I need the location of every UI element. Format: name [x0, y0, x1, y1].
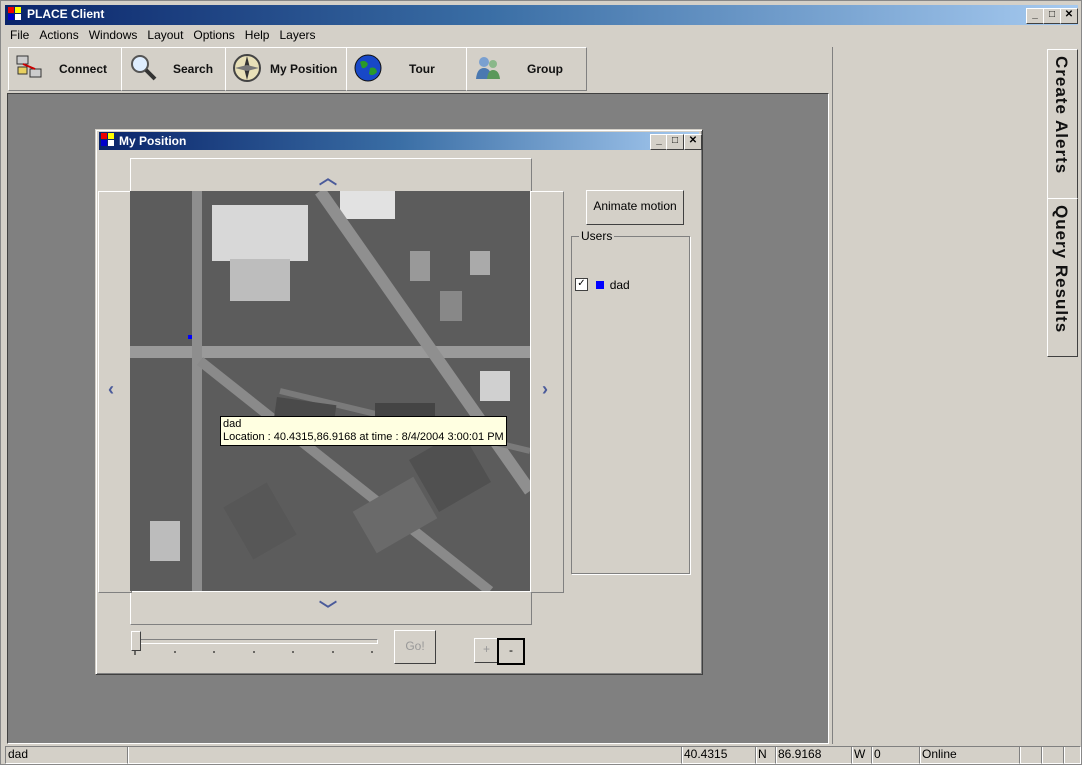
- menu-actions[interactable]: Actions: [34, 26, 83, 42]
- user-row-dad: ✓ dad: [575, 277, 630, 292]
- menu-bar: File Actions Windows Layout Options Help Layer…: [5, 26, 825, 44]
- tab-query-results[interactable]: Query Results: [1047, 198, 1078, 357]
- zoom-in-button[interactable]: +: [474, 638, 499, 663]
- search-label: Search: [173, 62, 214, 76]
- tour-button[interactable]: Tour: [346, 47, 467, 91]
- right-dock-panel: [832, 47, 1046, 744]
- maximize-icon[interactable]: □: [1043, 8, 1061, 24]
- slider-track: [132, 639, 378, 644]
- app-title: PLACE Client: [27, 7, 105, 21]
- status-lon: 86.9168: [775, 746, 853, 764]
- slider-ticks: [134, 651, 373, 655]
- status-user: dad: [5, 746, 129, 764]
- group-label: Group: [527, 62, 563, 76]
- my-position-window: My Position _ □ ✕ ︿ ﹀ ‹ › dad Location:…: [95, 129, 703, 675]
- pan-down-button[interactable]: ﹀: [130, 591, 532, 625]
- menu-options[interactable]: Options: [188, 26, 239, 42]
- tooltip-user: dad: [223, 418, 242, 430]
- menu-layers[interactable]: Layers: [274, 26, 320, 42]
- chevron-right-icon: ›: [542, 379, 548, 399]
- child-title: My Position: [119, 134, 187, 148]
- magnifier-icon: [131, 55, 157, 81]
- status-state: Online: [919, 746, 1021, 764]
- search-button[interactable]: Search: [121, 47, 226, 91]
- zoom-out-button[interactable]: -: [497, 638, 525, 665]
- menu-file[interactable]: File: [5, 26, 34, 42]
- slider-thumb[interactable]: [131, 631, 141, 651]
- chevron-up-icon: ︿: [319, 168, 337, 188]
- user-checkbox[interactable]: ✓: [575, 278, 588, 292]
- chevron-down-icon: ﹀: [319, 600, 337, 620]
- status-count: 0: [871, 746, 921, 764]
- status-lon-dir: W: [851, 746, 873, 764]
- my-position-button[interactable]: My Position: [225, 47, 347, 91]
- connect-button[interactable]: Connect: [8, 47, 122, 91]
- child-close-icon[interactable]: ✕: [684, 134, 702, 150]
- minimize-icon[interactable]: _: [1026, 8, 1044, 24]
- menu-windows[interactable]: Windows: [84, 26, 143, 42]
- resize-grip[interactable]: [1063, 746, 1081, 764]
- status-lat-dir: N: [755, 746, 777, 764]
- status-bar: dad 40.4315 N 86.9168 W 0 Online: [5, 746, 1081, 764]
- my-position-label: My Position: [270, 62, 338, 76]
- user-location-marker: [188, 335, 192, 339]
- app-titlebar[interactable]: PLACE Client _ □ ✕: [5, 5, 1078, 25]
- app-icon: [8, 7, 23, 22]
- tour-label: Tour: [409, 62, 435, 76]
- group-button[interactable]: Group: [466, 47, 587, 91]
- tooltip-location: Location : 40.4315,86.9168 at time : 8/4…: [223, 431, 504, 443]
- status-blank: [127, 746, 683, 764]
- globe-icon: [354, 54, 382, 82]
- child-titlebar[interactable]: My Position _ □ ✕: [99, 132, 702, 150]
- close-icon[interactable]: ✕: [1060, 8, 1078, 24]
- network-computers-icon: [16, 55, 42, 78]
- status-extra-2: [1041, 746, 1065, 764]
- child-maximize-icon[interactable]: □: [666, 134, 684, 150]
- people-icon: [476, 57, 500, 79]
- menu-help[interactable]: Help: [240, 26, 275, 42]
- status-extra-1: [1019, 746, 1043, 764]
- go-button[interactable]: Go!: [394, 630, 436, 664]
- time-slider[interactable]: [130, 628, 380, 660]
- aerial-map[interactable]: dad Location : 40.4315,86.9168 at time :…: [130, 191, 530, 591]
- pan-left-button[interactable]: ‹: [98, 191, 132, 593]
- child-window-icon: [101, 133, 116, 148]
- users-groupbox: Users ✓ dad: [571, 229, 690, 574]
- chevron-left-icon: ‹: [108, 379, 114, 399]
- pan-right-button[interactable]: ›: [530, 191, 564, 593]
- user-name: dad: [609, 277, 630, 292]
- menu-layout[interactable]: Layout: [142, 26, 188, 42]
- compass-icon: [233, 54, 261, 82]
- app-window: PLACE Client _ □ ✕ File Actions Windows Lay…: [0, 0, 1082, 765]
- status-lat: 40.4315: [681, 746, 757, 764]
- connect-label: Connect: [59, 62, 107, 76]
- toolbar: Connect Search My Position Tour Group: [8, 47, 820, 91]
- users-legend: Users: [579, 229, 615, 243]
- tab-create-alerts[interactable]: Create Alerts: [1047, 49, 1078, 199]
- tab-create-alerts-label: Create Alerts: [1052, 56, 1071, 175]
- tab-query-results-label: Query Results: [1052, 205, 1071, 334]
- user-color-swatch: [596, 280, 605, 289]
- animate-motion-button[interactable]: Animate motion: [586, 190, 684, 225]
- pan-up-button[interactable]: ︿: [130, 158, 532, 192]
- location-tooltip: dad Location : 40.4315,86.9168 at time :…: [220, 416, 507, 446]
- map-imagery: [130, 191, 530, 591]
